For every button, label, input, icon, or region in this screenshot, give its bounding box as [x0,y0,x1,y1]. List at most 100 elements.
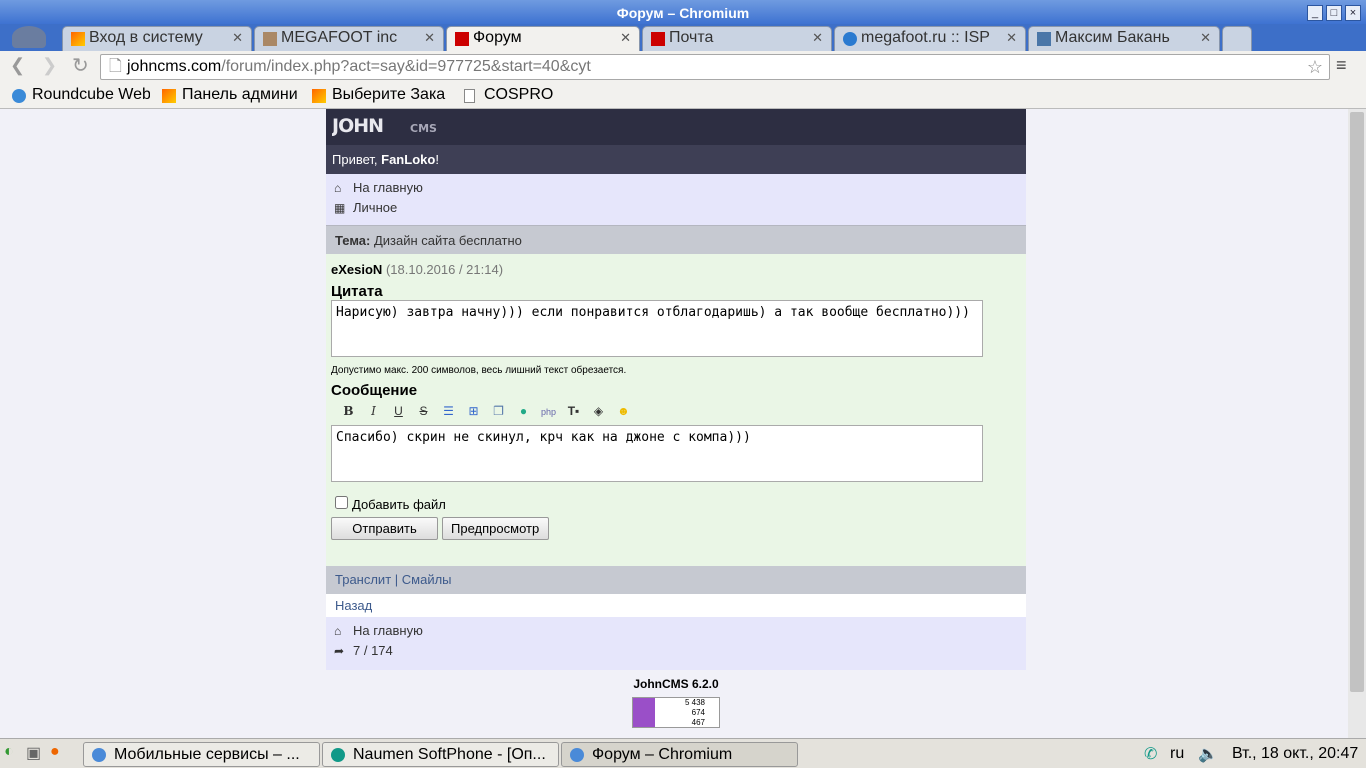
message-textarea[interactable]: Спасибо) скрин не скинул, крч как на джо… [331,425,983,482]
nav-label: На главную [353,623,423,638]
show-desktop-icon[interactable]: ◐ [4,743,14,761]
bookmark-cospro[interactable]: COSPRO [464,86,564,104]
tab-ispmanager[interactable]: megafoot.ru :: ISPmanager ✕ [834,26,1026,51]
task-forum[interactable]: Форум – Chromium [561,742,798,767]
page-icon [464,89,475,103]
close-window-button[interactable]: × [1345,5,1361,21]
phone-tray-icon[interactable]: ✆ [1144,744,1157,764]
smiles-link[interactable]: Смайлы [402,572,452,587]
bookmark-admin-panel[interactable]: Панель админи [162,86,302,104]
quote-hint: Допустимо макс. 200 символов, весь лишни… [331,365,627,376]
send-button[interactable]: Отправить [331,517,438,540]
forward-icon[interactable]: ❯ [42,55,57,76]
underline-icon[interactable]: U [387,404,410,418]
star-icon[interactable]: ☆ [1307,55,1323,79]
close-tab-icon[interactable]: ✕ [1006,30,1017,46]
bg-color-icon[interactable]: ◈ [587,404,610,418]
topic-bar: Тема: Дизайн сайта бесплатно [326,225,1026,254]
close-tab-icon[interactable]: ✕ [812,30,823,46]
menu-icon[interactable]: ≡ [1336,55,1347,76]
spoiler-icon[interactable]: ⊞ [462,404,485,418]
minimize-button[interactable]: _ [1307,5,1323,21]
bookmark-favicon-icon [162,89,176,103]
greeting-bar: Привет, FanLoko! [326,145,1026,174]
tab-forum[interactable]: Форум ✕ [446,26,640,51]
johncms-logo: JOHN CMS [330,115,437,137]
window-title: Форум – Chromium [616,5,750,21]
preview-button[interactable]: Предпросмотр [441,517,549,540]
tab-vk[interactable]: Максим Бакань ✕ [1028,26,1220,51]
attach-file-checkbox[interactable] [335,496,348,509]
back-icon[interactable]: ❮ [10,55,25,76]
volume-icon[interactable]: 🔈 [1198,744,1218,764]
nav-home-bottom[interactable]: ⌂ На главную [334,621,1018,641]
share-icon: ➦ [334,644,345,658]
username[interactable]: FanLoko [381,152,435,167]
maximize-button[interactable]: □ [1326,5,1342,21]
list-icon[interactable]: ☰ [437,404,460,418]
tab-megafoot[interactable]: MEGAFOOT inc ✕ [254,26,444,51]
bookmarks-bar: Roundcube Webmail Панель админи Выберите… [0,83,1366,109]
italic-icon[interactable]: I [362,404,385,418]
back-link[interactable]: Назад [335,598,372,613]
post-author[interactable]: eXesioN [331,262,382,277]
nav-label: 7 / 174 [353,643,393,658]
bottom-nav: ⌂ На главную ➦ 7 / 174 [326,617,1026,670]
online-counter[interactable]: ➦ 7 / 174 [334,641,1018,661]
close-tab-icon[interactable]: ✕ [1200,30,1211,46]
post-date: (18.10.2016 / 21:14) [385,262,504,277]
tab-label: MEGAFOOT inc [281,29,398,46]
task-softphone[interactable]: Naumen SoftPhone - [Оп... [322,742,559,767]
bookmark-roundcube[interactable]: Roundcube Webmail [12,86,150,104]
tab-favicon-icon [651,32,665,46]
bookmark-favicon-icon [12,89,26,103]
firefox-icon[interactable]: ● [50,743,60,761]
bold-icon[interactable]: B [337,404,360,418]
stats-counter[interactable]: 5 438 674 467 [632,697,720,728]
address-bar[interactable]: 🗋 johncms.com/forum/index.php?act=say&id=… [100,54,1330,80]
bookmark-label: Выберите Зака [332,86,446,103]
tab-label: Вход в систему [89,29,203,46]
translit-bar: Транслит | Смайлы [326,566,1026,594]
text-color-icon[interactable]: T▪ [562,404,585,418]
address-path: /forum/index.php?act=say&id=977725&start… [221,58,591,75]
separator: | [391,572,402,587]
clock[interactable]: Вт., 18 окт., 20:47 [1232,745,1358,763]
top-nav: ⌂ На главную ▦ Личное [326,174,1026,225]
reload-icon[interactable]: ↻ [72,53,89,78]
tab-label: megafoot.ru :: ISPmanager [861,29,991,46]
browser-toolbar: ❮ ❯ ↻ 🗋 johncms.com/forum/index.php?act=s… [0,51,1366,83]
nav-home[interactable]: ⌂ На главную [334,178,1018,198]
tab-label: Форум [473,29,522,46]
tab-mail[interactable]: Почта ✕ [642,26,832,51]
chromium-icon [92,748,106,762]
quote-textarea[interactable]: Нарисую) завтра начну))) если понравится… [331,300,983,357]
link-icon[interactable]: ● [512,404,535,418]
php-icon[interactable]: php [537,407,560,417]
copy-icon[interactable]: ❐ [487,404,510,418]
scrollbar-thumb[interactable] [1350,112,1364,692]
bbcode-toolbar: B I U S ☰ ⊞ ❐ ● php T▪ ◈ ☻ [331,399,1021,425]
keyboard-layout[interactable]: ru [1170,745,1184,763]
bookmark-label: Панель админи [182,86,298,103]
attach-file-label[interactable]: Добавить файл [352,497,446,512]
bookmark-select-order[interactable]: Выберите Зака [312,86,450,104]
nav-personal[interactable]: ▦ Личное [334,198,1018,218]
back-bar: Назад [326,594,1026,617]
chromium-icon [570,748,584,762]
tab-login[interactable]: Вход в систему ✕ [62,26,252,51]
task-label: Форум – Chromium [592,746,733,763]
new-tab-button[interactable] [1222,26,1252,51]
close-tab-icon[interactable]: ✕ [424,30,435,46]
close-tab-icon[interactable]: ✕ [232,30,243,46]
task-mobile-services[interactable]: Мобильные сервисы – ... [83,742,320,767]
site-logo[interactable]: JOHN CMS [326,109,1026,145]
smile-icon[interactable]: ☻ [612,404,635,418]
greeting-suffix: ! [435,152,439,167]
translit-link[interactable]: Транслит [335,572,391,587]
close-tab-icon[interactable]: ✕ [620,30,631,46]
chart-icon [633,698,655,727]
strike-icon[interactable]: S [412,404,435,418]
quote-label: Цитата [331,283,383,300]
file-manager-icon[interactable]: ▣ [26,743,41,763]
